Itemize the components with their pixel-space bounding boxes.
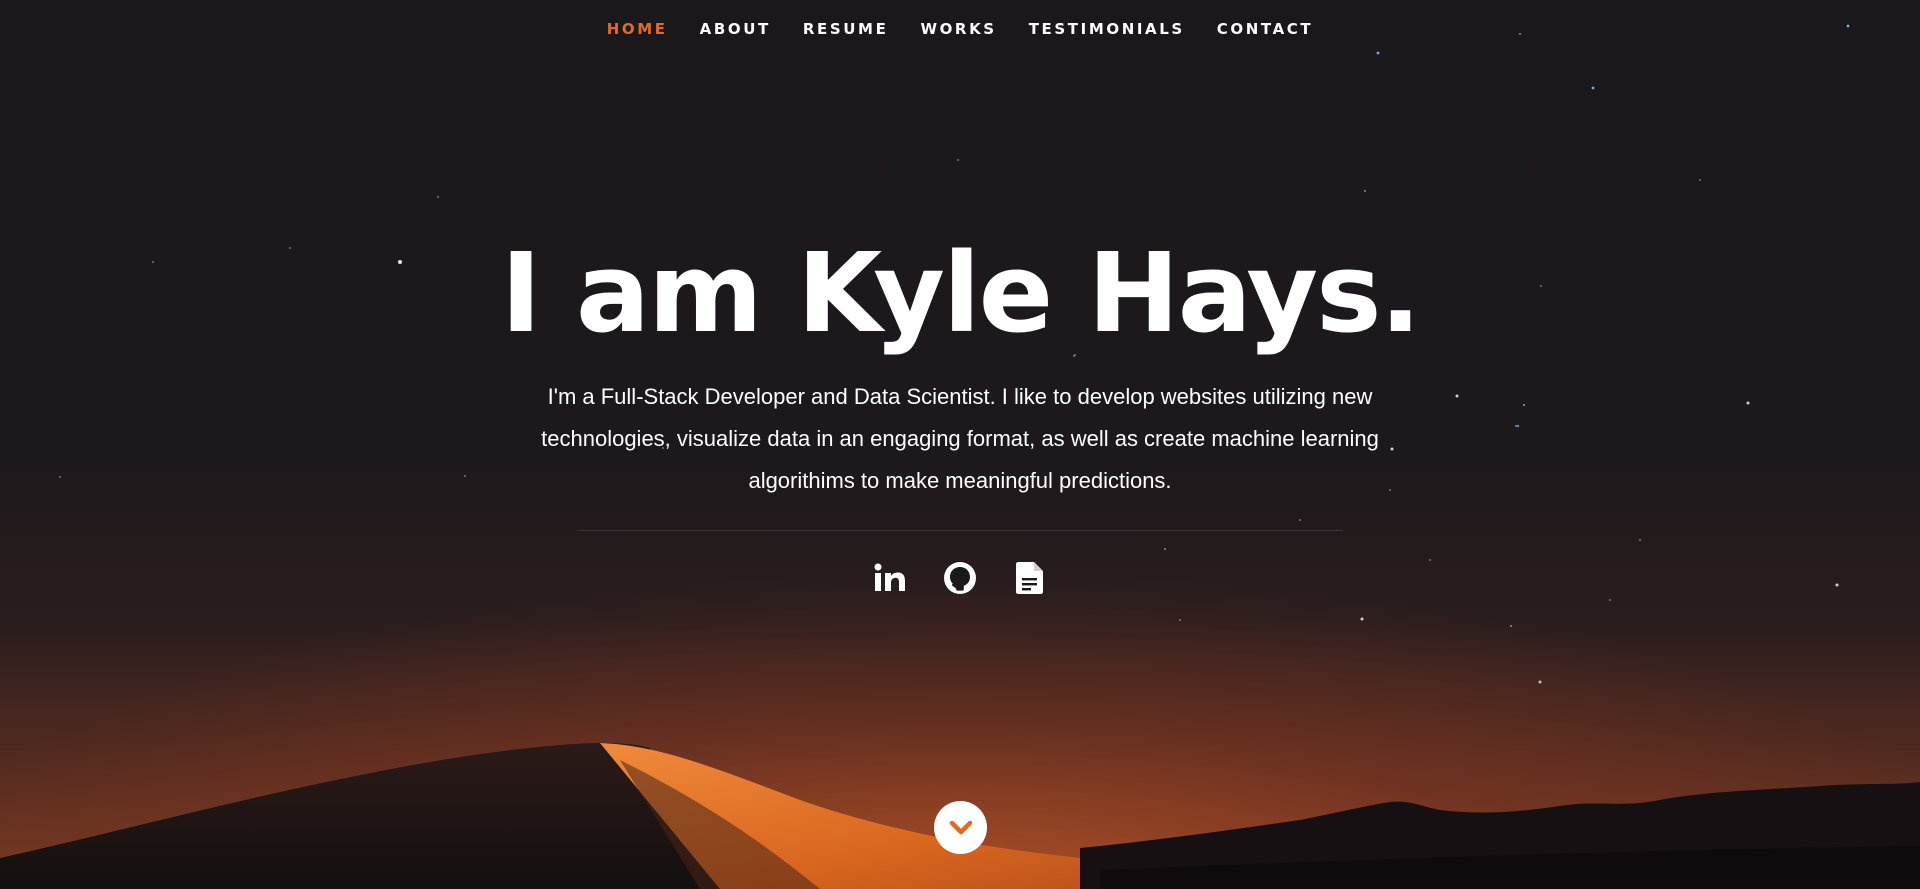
nav-item-testimonials[interactable]: TESTIMONIALS <box>1029 20 1185 38</box>
nav-item-home[interactable]: HOME <box>607 20 668 38</box>
linkedin-icon[interactable] <box>873 561 907 595</box>
hero-headline: I am Kyle Hays. <box>500 229 1422 357</box>
main-navigation: HOME ABOUT RESUME WORKS TESTIMONIALS CON… <box>0 0 1920 58</box>
nav-item-resume[interactable]: RESUME <box>803 20 889 38</box>
nav-item-works[interactable]: WORKS <box>920 20 996 38</box>
github-icon[interactable] <box>943 561 977 595</box>
banner-divider <box>577 530 1343 531</box>
hero-banner: I am Kyle Hays. I'm a Full-Stack Develop… <box>0 228 1920 595</box>
document-icon[interactable] <box>1013 561 1047 595</box>
hero-intro-text: I'm a Full-Stack Developer and Data Scie… <box>541 384 1379 493</box>
nav-item-contact[interactable]: CONTACT <box>1217 20 1313 38</box>
chevron-down-icon <box>949 820 972 834</box>
social-links <box>0 561 1920 595</box>
nav-item-about[interactable]: ABOUT <box>700 20 771 38</box>
scroll-down-button[interactable] <box>934 801 987 854</box>
hero-section: HOME ABOUT RESUME WORKS TESTIMONIALS CON… <box>0 0 1920 889</box>
